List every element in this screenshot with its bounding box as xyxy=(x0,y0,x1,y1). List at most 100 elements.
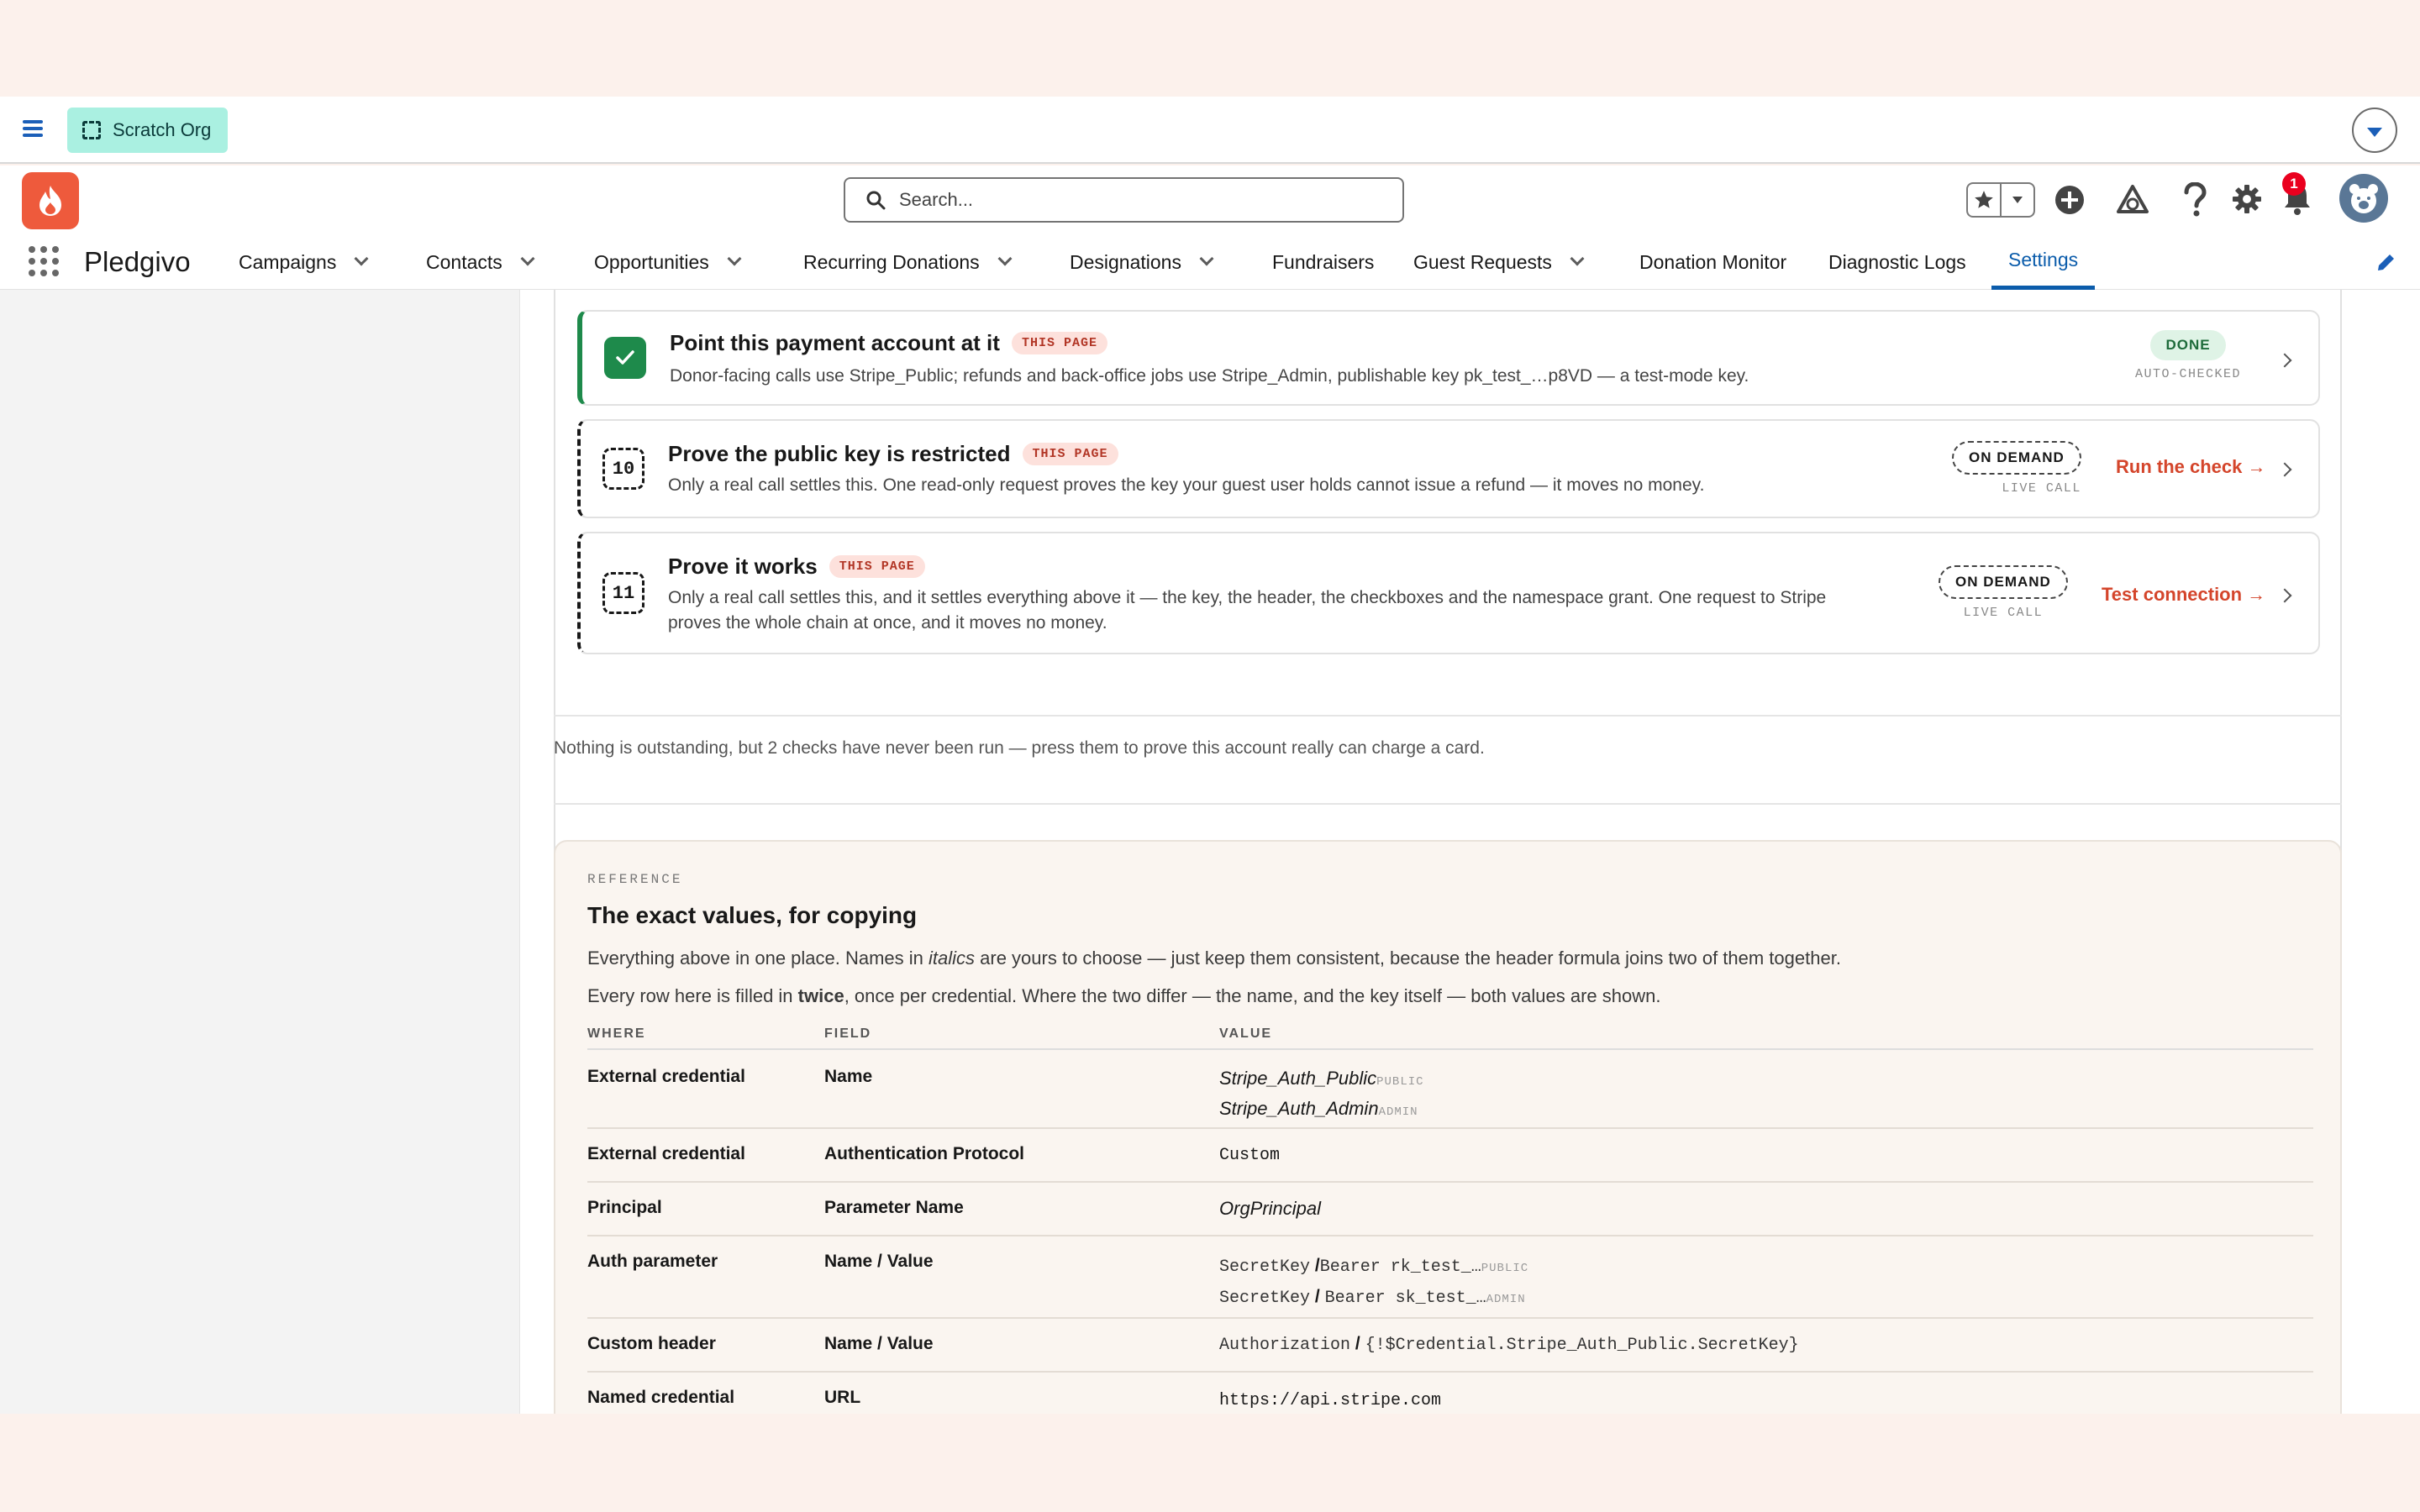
cell-value[interactable]: OrgPrincipal xyxy=(1219,1198,1321,1220)
value-text: Bearer sk_test_… xyxy=(1324,1289,1486,1308)
table-row: Principal Parameter Name OrgPrincipal xyxy=(587,1183,2313,1236)
table-row: Named credential URL https://api.stripe.… xyxy=(587,1373,2313,1414)
check-icon xyxy=(604,337,646,379)
value-tag: PUBLIC xyxy=(1481,1262,1529,1275)
cell-where: Auth parameter xyxy=(587,1252,718,1271)
chevron-down-icon[interactable] xyxy=(1570,251,1585,266)
avatar[interactable] xyxy=(2339,174,2388,223)
gear-icon[interactable] xyxy=(2232,184,2262,214)
cell-field: Authentication Protocol xyxy=(824,1144,1024,1163)
chevron-down-icon[interactable] xyxy=(1199,251,1214,266)
nav-item-label: Designations xyxy=(1070,250,1181,273)
cell-field: Name / Value xyxy=(824,1334,934,1353)
value-tag: PUBLIC xyxy=(1376,1075,1424,1089)
step-description: Only a real call settles this. One read-… xyxy=(668,475,1705,495)
nav-item-contacts[interactable]: Contacts xyxy=(426,234,535,290)
divider xyxy=(554,715,2342,717)
nav-item-designations[interactable]: Designations xyxy=(1070,234,1214,290)
left-panel xyxy=(0,290,519,1414)
cell-value[interactable]: https://api.stripe.com xyxy=(1219,1391,1441,1410)
nav-item-opportunities[interactable]: Opportunities xyxy=(594,234,742,290)
text: , once per credential. Where the two dif… xyxy=(844,985,1661,1006)
app-logo[interactable] xyxy=(22,172,79,229)
status-badge: DONE xyxy=(2150,330,2226,360)
reference-card: REFERENCE The exact values, for copying … xyxy=(554,840,2342,1414)
run-check-button[interactable]: Run the check → xyxy=(2116,456,2265,478)
search-input[interactable] xyxy=(899,189,1370,211)
favorites-dropdown-icon[interactable] xyxy=(2000,184,2033,216)
cell-value[interactable]: Stripe_Auth_PublicPUBLIC Stripe_Auth_Adm… xyxy=(1219,1065,1424,1126)
chevron-right-icon[interactable] xyxy=(2277,353,2292,368)
checklist-step[interactable]: 10 Prove the public key is restricted TH… xyxy=(577,419,2320,518)
checklist-step[interactable]: 11 Prove it works THIS PAGE Only a real … xyxy=(577,532,2320,654)
app-name: Pledgivo xyxy=(84,246,191,277)
app-launcher-icon[interactable] xyxy=(29,246,59,276)
nav-item-recurring-donations[interactable]: Recurring Donations xyxy=(803,234,1013,290)
step-number: 10 xyxy=(602,448,644,490)
reference-eyebrow: REFERENCE xyxy=(587,872,683,887)
edit-nav-icon[interactable] xyxy=(2375,252,2396,274)
cell-field: Name xyxy=(824,1067,873,1086)
step-number: 11 xyxy=(602,572,644,614)
bold-text: twice xyxy=(797,985,844,1006)
nav-item-label: Recurring Donations xyxy=(803,250,980,273)
scratch-org-badge[interactable]: Scratch Org xyxy=(67,108,229,153)
trailhead-icon[interactable] xyxy=(2116,184,2149,216)
nav-item-settings[interactable]: Settings xyxy=(1991,234,2096,290)
search-icon xyxy=(866,191,886,210)
nav-item-campaigns[interactable]: Campaigns xyxy=(239,234,369,290)
value-text: {!$Credential.Stripe_Auth_Public.SecretK… xyxy=(1365,1336,1799,1355)
step-title: Point this payment account at it THIS PA… xyxy=(670,330,1107,356)
status-subtext: LIVE CALL xyxy=(1963,606,2044,620)
favorites-button[interactable] xyxy=(1966,182,2035,218)
step-title-text: Point this payment account at it xyxy=(670,330,1000,355)
value-tag: ADMIN xyxy=(1486,1293,1526,1306)
bear-avatar-icon xyxy=(2349,184,2378,213)
app-navigation: Pledgivo Campaigns Contacts Opportunitie… xyxy=(0,234,2420,290)
step-status: ON DEMAND LIVE CALL xyxy=(1939,565,2068,620)
cell-field: URL xyxy=(824,1388,861,1407)
chevron-down-icon[interactable] xyxy=(354,251,369,266)
global-header: 1 Pledgivo Campaigns Contacts Opportunit… xyxy=(0,165,2420,290)
chevron-down-icon[interactable] xyxy=(997,251,1013,266)
cell-value[interactable]: SecretKey /Bearer rk_test_…PUBLIC Secret… xyxy=(1219,1252,1528,1314)
help-icon[interactable] xyxy=(2181,182,2208,218)
chevron-down-icon[interactable] xyxy=(727,251,742,266)
test-connection-button[interactable]: Test connection → xyxy=(2102,584,2265,606)
reference-title: The exact values, for copying xyxy=(587,902,918,928)
step-status: DONE AUTO-CHECKED xyxy=(2135,330,2241,381)
add-icon[interactable] xyxy=(2054,184,2086,216)
chevron-down-icon[interactable] xyxy=(2352,108,2397,153)
step-title: Prove it works THIS PAGE xyxy=(668,554,925,580)
chevron-down-icon[interactable] xyxy=(520,251,535,266)
checklist-step[interactable]: Point this payment account at it THIS PA… xyxy=(577,310,2320,406)
top-bar: Scratch Org xyxy=(0,97,2420,164)
cell-field: Parameter Name xyxy=(824,1198,964,1217)
value-text: SecretKey xyxy=(1219,1257,1311,1277)
nav-item-donation-monitor[interactable]: Donation Monitor xyxy=(1639,234,1786,290)
nav-item-label: Guest Requests xyxy=(1413,250,1552,273)
chevron-right-icon[interactable] xyxy=(2277,588,2292,603)
this-page-tag: THIS PAGE xyxy=(1011,332,1107,354)
scratch-org-icon xyxy=(82,121,101,139)
text: Every row here is filled in xyxy=(587,985,798,1006)
step-description: Donor-facing calls use Stripe_Public; re… xyxy=(670,366,1749,386)
menu-icon[interactable] xyxy=(23,120,43,137)
bottom-band xyxy=(0,1414,2420,1512)
cell-field: Name / Value xyxy=(824,1252,934,1271)
cell-value[interactable]: Authorization / {!$Credential.Stripe_Aut… xyxy=(1219,1334,1799,1355)
nav-item-label: Diagnostic Logs xyxy=(1828,250,1966,273)
star-icon[interactable] xyxy=(1968,184,2000,216)
cell-where: Named credential xyxy=(587,1388,735,1407)
nav-item-label: Campaigns xyxy=(239,250,337,273)
table-row: External credential Name Stripe_Auth_Pub… xyxy=(587,1050,2313,1129)
nav-item-diagnostic-logs[interactable]: Diagnostic Logs xyxy=(1828,234,1966,290)
value-text: Bearer rk_test_… xyxy=(1319,1257,1481,1277)
step-title-text: Prove the public key is restricted xyxy=(668,441,1011,466)
nav-item-fundraisers[interactable]: Fundraisers xyxy=(1272,234,1374,290)
global-search[interactable] xyxy=(844,177,1404,223)
nav-item-guest-requests[interactable]: Guest Requests xyxy=(1413,234,1585,290)
cell-value[interactable]: Custom xyxy=(1219,1146,1280,1165)
chevron-right-icon[interactable] xyxy=(2277,462,2292,477)
table-header: WHERE FIELD VALUE xyxy=(587,1020,2313,1050)
